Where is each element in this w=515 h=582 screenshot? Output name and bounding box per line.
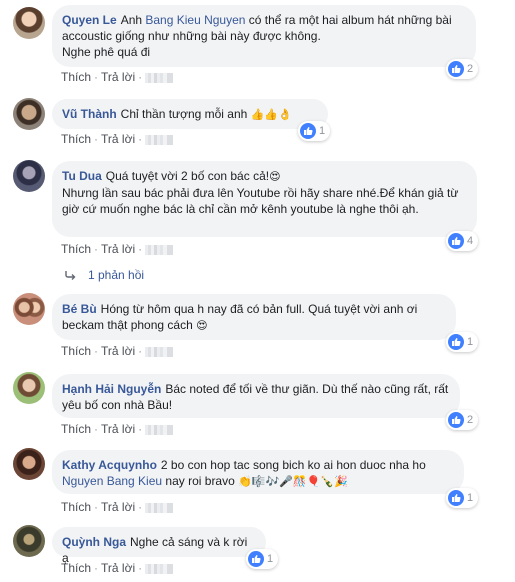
reaction-count[interactable]: 1 — [246, 549, 279, 569]
reply-link[interactable]: Trả lời — [101, 422, 135, 436]
view-replies-link[interactable]: 1 phản hồi — [64, 268, 144, 282]
reaction-number: 2 — [467, 63, 474, 75]
comment-actions: Thích · Trả lời · — [61, 344, 174, 358]
like-link[interactable]: Thích — [61, 70, 91, 84]
comment-author[interactable]: Bé Bù — [62, 302, 97, 316]
avatar[interactable] — [13, 293, 45, 325]
like-icon — [448, 233, 464, 249]
reaction-count[interactable]: 1 — [446, 488, 479, 508]
avatar[interactable] — [13, 7, 45, 39]
comment-bubble: Bé Bù Hóng từ hôm qua h nay đã có bản ful… — [52, 294, 456, 340]
reply-link[interactable]: Trả lời — [101, 70, 135, 84]
like-link[interactable]: Thích — [61, 561, 91, 575]
timestamp-redacted — [145, 502, 174, 513]
timestamp-redacted — [145, 134, 174, 145]
reply-link[interactable]: Trả lời — [101, 500, 135, 514]
reaction-count[interactable]: 2 — [446, 59, 479, 79]
timestamp-redacted — [145, 424, 174, 435]
comment-bubble: Kathy Acquynho 2 bo con hop tac song bich… — [52, 450, 464, 494]
mention-link[interactable]: Nguyen Bang Kieu — [62, 474, 162, 488]
comment-text: Anh — [120, 13, 146, 27]
heart-eyes-emoji: 😍 — [196, 319, 208, 332]
comment-text: Nhưng lần sau bác phải đưa lên Youtube r… — [62, 186, 459, 216]
reaction-number: 2 — [467, 414, 474, 426]
comment-author[interactable]: Quỳnh Nga — [62, 535, 126, 549]
comment-author[interactable]: Kathy Acquynho — [62, 458, 157, 472]
comment-actions: Thích · Trả lời · — [61, 70, 174, 84]
like-icon — [300, 123, 316, 139]
comment-text: Chỉ thần tượng mỗi anh — [120, 107, 248, 121]
avatar[interactable] — [13, 160, 45, 192]
reaction-number: 1 — [467, 336, 474, 348]
avatar[interactable] — [13, 525, 45, 557]
comment-text: 2 bo con hop tac song bich ko ai hon duo… — [160, 458, 426, 472]
reply-link[interactable]: Trả lời — [101, 132, 135, 146]
reply-link[interactable]: Trả lời — [101, 242, 135, 256]
reply-arrow-icon — [64, 270, 76, 280]
comment-actions: Thích · Trả lời · — [61, 132, 174, 146]
like-icon — [448, 61, 464, 77]
heart-eyes-emoji: 😍 — [269, 170, 281, 183]
comment-actions: Thích · Trả lời · — [61, 422, 174, 436]
comment-text: Hóng từ hôm qua h nay đã có bản full. Qu… — [100, 302, 418, 316]
emoji-icons: 👍👍👌 — [250, 108, 292, 121]
comment-bubble: Vũ Thành Chỉ thần tượng mỗi anh 👍👍👌 — [52, 99, 328, 129]
reaction-count[interactable]: 1 — [298, 121, 331, 141]
comment-author[interactable]: Tu Dua — [62, 169, 102, 183]
avatar[interactable] — [13, 98, 45, 130]
timestamp-redacted — [145, 244, 174, 255]
comment-actions: Thích · Trả lời · — [61, 500, 174, 514]
comment-text: Nghe phê quá đi — [62, 45, 151, 59]
like-link[interactable]: Thích — [61, 242, 91, 256]
like-icon — [448, 412, 464, 428]
reply-link[interactable]: Trả lời — [101, 344, 135, 358]
comment-author[interactable]: Quyen Le — [62, 13, 117, 27]
comment-actions: Thích · Trả lời · — [61, 242, 174, 256]
comment-author[interactable]: Hạnh Hải Nguyễn — [62, 382, 161, 396]
comment-text: nay roi bravo — [162, 474, 235, 488]
reaction-count[interactable]: 1 — [446, 332, 479, 352]
like-link[interactable]: Thích — [61, 422, 91, 436]
like-link[interactable]: Thích — [61, 344, 91, 358]
emoji-icons: 👏🎼🎶🎤🎊🎈🍾🎉 — [238, 475, 348, 488]
comment-bubble: Tu Dua Quá tuyệt vời 2 bố con bác cả!😍 Nh… — [52, 161, 477, 237]
timestamp-redacted — [145, 346, 174, 357]
reaction-number: 1 — [467, 492, 474, 504]
reaction-number: 1 — [319, 125, 326, 137]
comment-text: Quá tuyệt vời 2 bố con bác cả! — [105, 169, 270, 183]
reaction-count[interactable]: 2 — [446, 410, 479, 430]
avatar[interactable] — [13, 448, 45, 480]
like-link[interactable]: Thích — [61, 500, 91, 514]
reaction-number: 4 — [467, 235, 474, 247]
comment-bubble: Quỳnh Nga Nghe cả sáng và k rời ạ — [52, 527, 266, 565]
comment-bubble: Quyen Le Anh Bang Kieu Nguyen có thể ra m… — [52, 5, 476, 67]
timestamp-redacted — [145, 563, 174, 574]
comment-actions: Thích · Trả lời · — [61, 561, 174, 575]
comment-bubble: Hạnh Hải Nguyễn Bác noted để tối về thư g… — [52, 374, 460, 418]
reaction-number: 1 — [267, 553, 274, 565]
like-link[interactable]: Thích — [61, 132, 91, 146]
replies-label[interactable]: 1 phản hồi — [88, 268, 144, 282]
like-icon — [448, 334, 464, 350]
avatar[interactable] — [13, 372, 45, 404]
comment-text: beckam thật phong cách — [62, 318, 193, 332]
comment-author[interactable]: Vũ Thành — [62, 107, 117, 121]
like-icon — [248, 551, 264, 567]
mention-link[interactable]: Bang Kieu Nguyen — [145, 13, 245, 27]
reply-link[interactable]: Trả lời — [101, 561, 135, 575]
like-icon — [448, 490, 464, 506]
timestamp-redacted — [145, 72, 174, 83]
reaction-count[interactable]: 4 — [446, 231, 479, 251]
